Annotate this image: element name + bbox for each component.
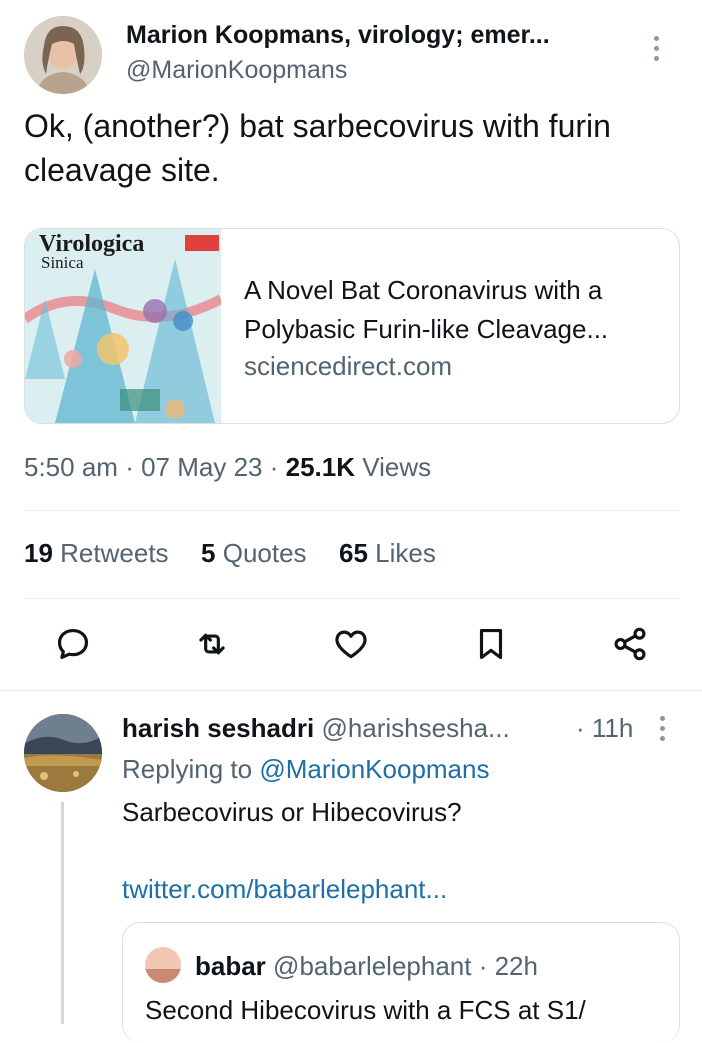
divider-top [24,510,680,511]
quoted-author-avatar[interactable] [145,947,181,983]
author-avatar[interactable] [24,16,102,94]
reply-author-avatar[interactable] [24,714,102,792]
quotes-label: Quotes [222,538,307,568]
link-card[interactable]: Virologica Sinica A Novel Bat Coronaviru… [24,228,680,424]
likes-stat[interactable]: 65 Likes [339,538,436,568]
tweet-meta: 5:50 am · 07 May 23 · 25.1K Views [24,452,432,482]
tweet-stats: 19 Retweets 5 Quotes 65 Likes [24,538,436,569]
link-card-thumbnail: Virologica Sinica [25,229,221,423]
thumbnail-subtitle: Sinica [41,253,84,272]
retweets-stat[interactable]: 19 Retweets [24,538,176,568]
reply-more-options-icon[interactable] [660,716,665,741]
link-card-domain: sciencedirect.com [244,351,453,381]
reply-header: harish seshadri @harishsesha... [122,713,510,744]
quoted-tweet[interactable]: babar @babarlelephant · 22h Second Hibec… [122,922,680,1043]
likes-label: Likes [375,538,436,568]
reply-button[interactable] [49,620,97,668]
quoted-time[interactable]: · 22h [479,951,538,981]
likes-count: 65 [339,538,368,568]
replying-to-handle[interactable]: @MarionKoopmans [259,754,489,784]
share-button[interactable] [606,620,654,668]
reply-link[interactable]: twitter.com/babarlelephant... [122,874,447,905]
reply-text: Sarbecovirus or Hibecovirus? [122,797,462,827]
avatar-photo [24,16,102,94]
reply-author-handle[interactable]: @harishsesha... [321,713,509,743]
more-options-icon[interactable] [654,36,659,61]
retweets-count: 19 [24,538,53,568]
reply-icon [57,628,89,660]
quoted-author-name[interactable]: babar [195,951,266,981]
quoted-text: Second Hibecovirus with a FCS at S1/ [145,995,586,1025]
author-name[interactable]: Marion Koopmans, virology; emer... [126,21,550,50]
share-icon [614,627,646,661]
quoted-header: babar @babarlelephant · 22h [195,951,538,982]
views-count: 25.1K [285,452,355,482]
reply-author-name[interactable]: harish seshadri [122,713,314,743]
bookmark-icon [479,628,503,660]
thread-line [61,802,64,1024]
quoted-avatar-image [145,947,181,983]
author-handle[interactable]: @MarionKoopmans [126,56,347,85]
section-divider [0,690,702,691]
views-label: Views [362,452,432,482]
retweet-button[interactable] [188,620,236,668]
like-icon [335,630,367,659]
like-button[interactable] [327,620,375,668]
replying-to-label: Replying to [122,754,253,784]
quoted-author-handle[interactable]: @babarlelephant [273,951,471,981]
tweet-text: Ok, (another?) bat sarbecovirus with fur… [24,108,611,188]
quotes-count: 5 [201,538,216,568]
retweet-icon [199,633,225,655]
replying-to: Replying to @MarionKoopmans [122,754,489,785]
bookmark-button[interactable] [467,620,515,668]
landscape-avatar-image [24,714,102,792]
quotes-stat[interactable]: 5 Quotes [201,538,314,568]
retweets-label: Retweets [60,538,169,568]
divider-middle [24,598,680,599]
thumbnail-red-stripe [185,235,219,251]
tweet-date[interactable]: 07 May 23 [141,452,262,482]
reply-time[interactable]: · 11h [576,713,633,744]
link-card-title: A Novel Bat Coronavirus with a Polybasic… [244,275,609,344]
tweet-time[interactable]: 5:50 am [24,452,118,482]
